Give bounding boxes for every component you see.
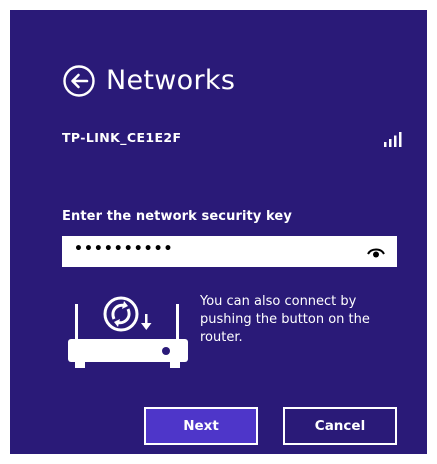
wps-instructions: You can also connect by pushing the butt… bbox=[200, 294, 370, 345]
wifi-signal-icon bbox=[384, 132, 402, 147]
page-title: Networks bbox=[106, 65, 236, 96]
security-key-input[interactable]: •••••••••• bbox=[62, 236, 397, 267]
router-wps-icon bbox=[68, 296, 188, 368]
network-flyout: Networks TP-LINK_CE1E2F Enter the networ… bbox=[10, 10, 427, 454]
security-key-label: Enter the network security key bbox=[62, 209, 292, 224]
network-item: TP-LINK_CE1E2F bbox=[62, 130, 405, 150]
back-arrow-icon[interactable] bbox=[62, 64, 96, 98]
next-button[interactable]: Next bbox=[144, 407, 258, 445]
network-name: TP-LINK_CE1E2F bbox=[62, 130, 182, 145]
security-key-value: •••••••••• bbox=[74, 241, 174, 257]
eye-icon[interactable] bbox=[367, 245, 385, 259]
header: Networks bbox=[62, 64, 235, 98]
cancel-button[interactable]: Cancel bbox=[283, 407, 397, 445]
